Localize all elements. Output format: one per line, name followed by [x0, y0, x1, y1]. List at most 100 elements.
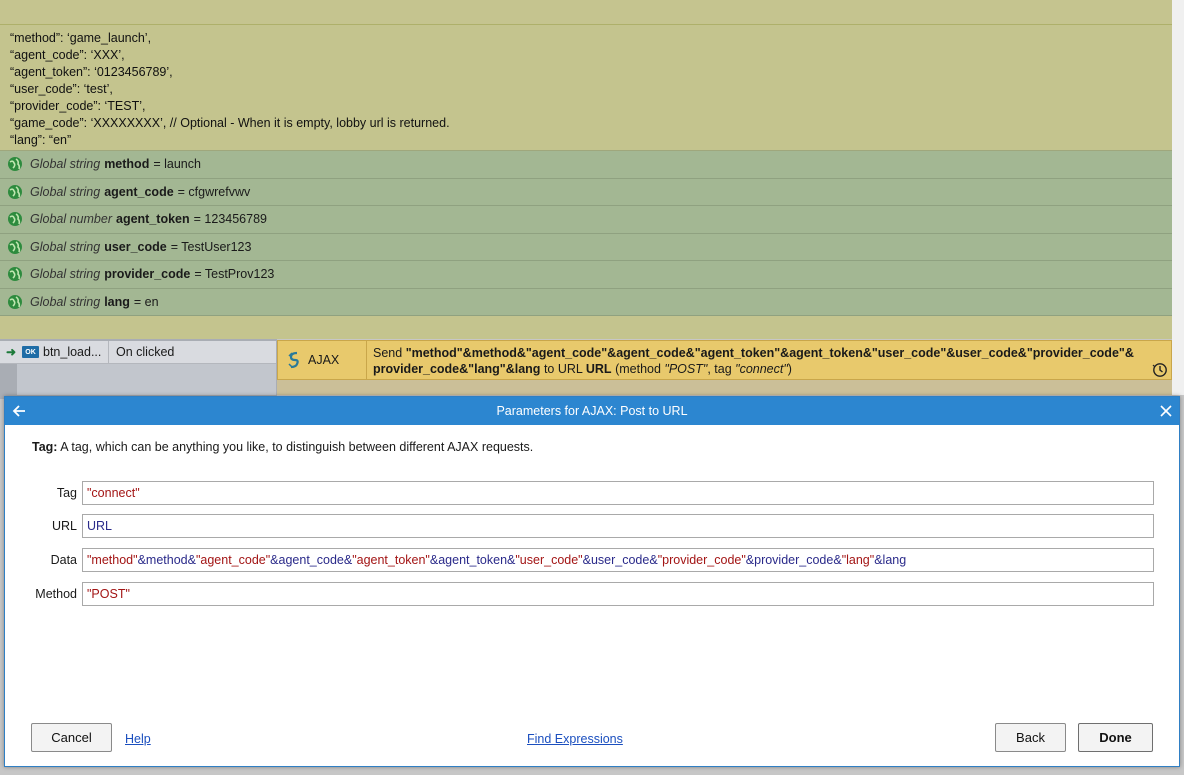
globe-icon	[8, 294, 22, 309]
tag-row: Tag "connect"	[5, 481, 1179, 505]
global-variable-row[interactable]: Global string agent_code = cfgwrefvwv	[0, 178, 1172, 206]
description-label: Tag:	[32, 440, 58, 454]
global-variable-row[interactable]: Global string user_code = TestUser123	[0, 233, 1172, 261]
method-label: Method	[35, 587, 77, 601]
event-sheet-bottom	[277, 380, 1172, 395]
dialog-titlebar: Parameters for AJAX: Post to URL	[5, 397, 1179, 425]
action-tag-prefix: , tag	[707, 362, 732, 376]
parameter-description: Tag: A tag, which can be anything you li…	[32, 440, 533, 454]
variable-value: = TestUser123	[170, 239, 252, 254]
variable-value: = launch	[153, 157, 201, 172]
identifier-token: &method&	[137, 553, 196, 567]
action-method-prefix: (method	[615, 362, 661, 376]
condition-trigger: On clicked	[116, 345, 175, 359]
ajax-icon	[288, 351, 299, 369]
string-token: "lang"	[841, 553, 875, 567]
data-row: Data "method"&method&"agent_code"&agent_…	[5, 548, 1179, 572]
string-token: "provider_code"	[657, 553, 746, 567]
action-description: Send "method"&method&"agent_code"&agent_…	[367, 341, 1171, 379]
dialog-title: Parameters for AJAX: Post to URL	[496, 404, 688, 418]
action-send-word: Send	[373, 346, 403, 360]
comment-block[interactable]: “method”: ‘game_launch’, “agent_code”: ‘…	[0, 25, 1172, 151]
globe-icon	[8, 212, 22, 227]
identifier-token: &lang	[874, 553, 907, 567]
button-object-icon: OK	[22, 346, 39, 358]
variable-kind: Global string	[30, 184, 101, 199]
back-button[interactable]: Back	[995, 723, 1066, 752]
action-expression: "method"&method&"agent_code"&agent_code&…	[405, 346, 1134, 360]
variable-kind: Global string	[30, 157, 101, 172]
variable-value: = cfgwrefvwv	[177, 184, 251, 199]
comment-line: “game_code”: ‘XXXXXXXX’, // Optional - W…	[10, 116, 450, 130]
identifier-token: &provider_code&	[745, 553, 842, 567]
url-label: URL	[51, 519, 77, 533]
string-token: "agent_code"	[195, 553, 271, 567]
comment-line: “user_code”: ‘test’,	[10, 82, 113, 96]
variable-name: agent_code	[104, 184, 174, 199]
variable-kind: Global string	[30, 294, 101, 309]
action-suffix: )	[787, 362, 792, 376]
data-label: Data	[50, 553, 77, 567]
string-token: "method"	[87, 553, 138, 567]
url-input[interactable]: URL	[82, 514, 1154, 538]
close-icon[interactable]	[1158, 403, 1174, 419]
identifier-token: &user_code&	[582, 553, 658, 567]
event-condition[interactable]: ➜ OK btn_load... On clicked	[0, 340, 276, 364]
method-input[interactable]: "POST"	[82, 582, 1154, 606]
action-method-value: "POST"	[664, 362, 708, 376]
condition-empty-area	[17, 364, 276, 395]
variable-kind: Global number	[30, 212, 112, 227]
action-object-name: AJAX	[308, 353, 340, 367]
find-expressions-link[interactable]: Find Expressions	[527, 732, 623, 746]
method-row: Method "POST"	[5, 582, 1179, 606]
comment-line: “agent_token”: ‘0123456789’,	[10, 65, 173, 79]
clock-icon	[1152, 363, 1167, 377]
arrow-right-icon: ➜	[5, 345, 17, 359]
data-input[interactable]: "method"&method&"agent_code"&agent_code&…	[82, 548, 1154, 572]
variable-kind: Global string	[30, 267, 101, 282]
globe-icon	[8, 267, 22, 282]
global-variable-row[interactable]: Global string lang = en	[0, 288, 1172, 316]
tag-label: Tag	[56, 486, 77, 500]
action-to-url: to URL	[543, 362, 583, 376]
action-tag-value: "connect"	[735, 362, 788, 376]
global-variable-row[interactable]: Global string method = launch	[0, 151, 1172, 179]
global-variable-row[interactable]: Global number agent_token = 123456789	[0, 206, 1172, 234]
variable-value: = TestProv123	[194, 267, 275, 282]
variable-name: provider_code	[104, 267, 191, 282]
done-button[interactable]: Done	[1078, 723, 1153, 752]
variable-name: agent_token	[116, 212, 190, 227]
event-action[interactable]: AJAX Send "method"&method&"agent_code"&a…	[277, 340, 1172, 380]
globe-icon	[8, 184, 22, 199]
identifier-token: &agent_token&	[429, 553, 516, 567]
description-text: A tag, which can be anything you like, t…	[60, 440, 534, 454]
comment-line: “provider_code”: ‘TEST’,	[10, 99, 146, 113]
comment-line: “method”: ‘game_launch’,	[10, 31, 152, 45]
comment-line: “lang”: “en”	[10, 133, 72, 147]
parameters-dialog: Parameters for AJAX: Post to URL Tag: A …	[4, 396, 1180, 767]
cancel-button[interactable]: Cancel	[31, 723, 112, 752]
variable-name: method	[104, 157, 150, 172]
action-url: URL	[585, 362, 612, 376]
global-variables-list: Global string method = launch Global str…	[0, 151, 1172, 316]
sheet-scroll-area	[1172, 0, 1184, 395]
variable-value: = 123456789	[193, 212, 267, 227]
variable-value: = en	[133, 294, 159, 309]
condition-object: btn_load...	[43, 340, 109, 364]
empty-event-row[interactable]	[0, 316, 1172, 339]
action-object: AJAX	[278, 341, 367, 379]
string-token: "agent_token"	[352, 553, 430, 567]
identifier-token: &agent_code&	[270, 553, 353, 567]
comment-line: “agent_code”: ‘XXX’,	[10, 48, 125, 62]
variable-kind: Global string	[30, 239, 101, 254]
variable-name: lang	[104, 294, 130, 309]
string-token: "user_code"	[515, 553, 583, 567]
tag-input[interactable]: "connect"	[82, 481, 1154, 505]
url-row: URL URL	[5, 514, 1179, 538]
global-variable-row[interactable]: Global string provider_code = TestProv12…	[0, 261, 1172, 289]
event-row-top[interactable]	[0, 0, 1172, 25]
action-expression-cont: provider_code&"lang"&lang	[373, 362, 541, 376]
globe-icon	[8, 239, 22, 254]
help-link[interactable]: Help	[125, 732, 151, 746]
globe-icon	[8, 157, 22, 172]
